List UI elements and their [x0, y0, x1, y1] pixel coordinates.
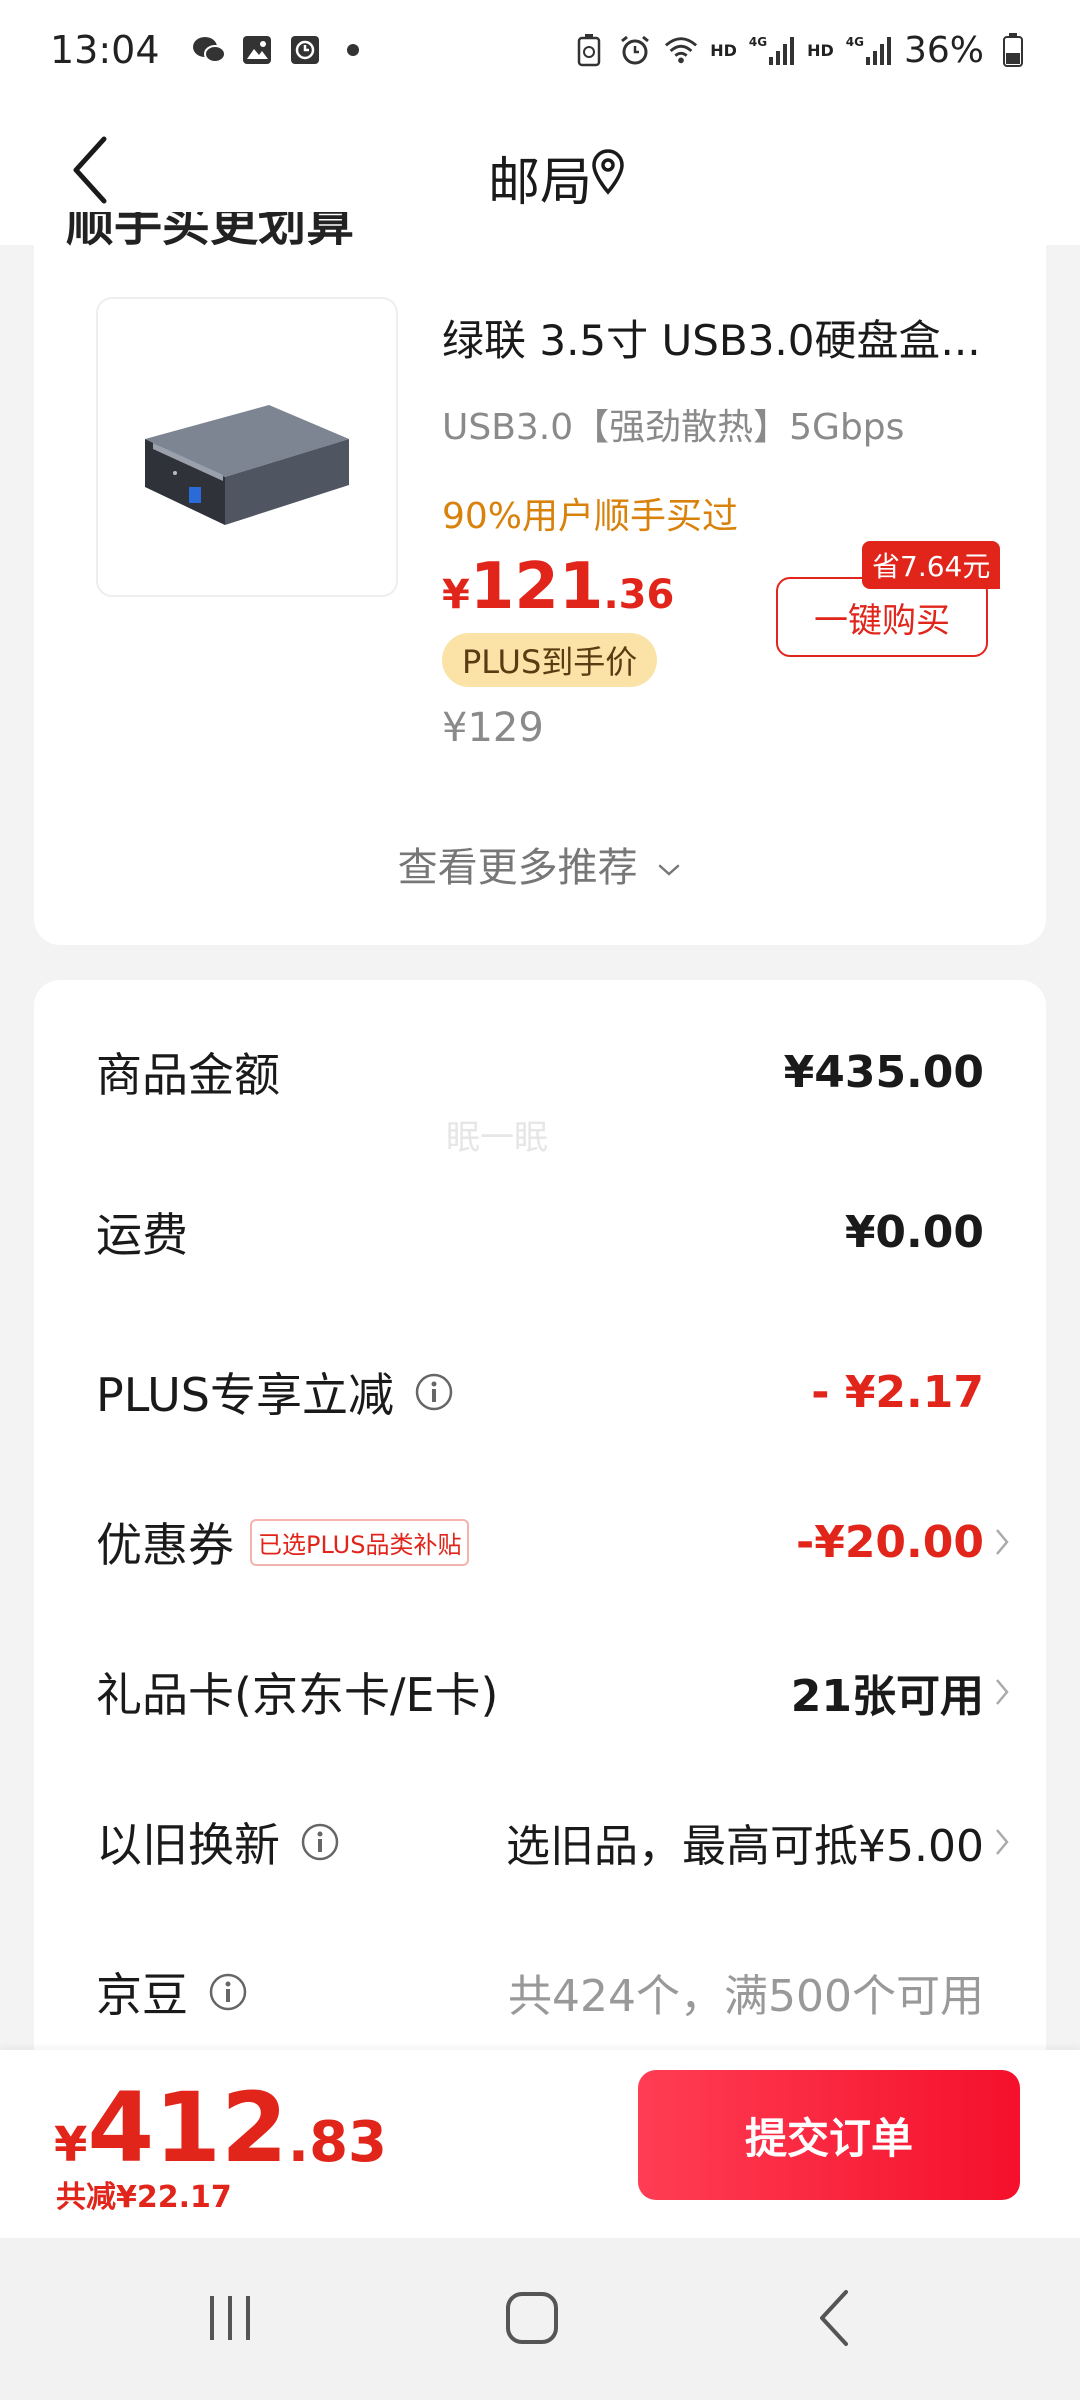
- recent-apps-button[interactable]: [170, 2278, 290, 2358]
- product-spec: USB3.0【强劲散热】5Gbps: [442, 407, 905, 448]
- hard-drive-enclosure-image: [145, 405, 349, 525]
- watermark-text: 眠一眠: [446, 1118, 548, 1158]
- see-more-label: 查看更多推荐: [397, 845, 638, 891]
- info-icon[interactable]: [414, 1372, 454, 1412]
- clock-app-icon: [288, 33, 322, 67]
- product-price: ¥ 121 .36: [442, 550, 674, 624]
- price-decimal: .36: [603, 572, 675, 618]
- location-pin-icon[interactable]: [588, 146, 628, 196]
- see-more-recommendations[interactable]: 查看更多推荐: [34, 835, 1046, 893]
- trade-in-value: 选旧品，最高可抵¥5.00: [506, 1821, 984, 1872]
- chevron-down-icon: [659, 864, 680, 876]
- system-back-button[interactable]: [776, 2278, 896, 2358]
- page-title: 邮局: [487, 153, 592, 213]
- coupon-value: -¥20.00: [795, 1516, 984, 1568]
- chevron-right-icon: [994, 1674, 1014, 1710]
- jd-beans-value: 共424个，满500个可用: [508, 1971, 984, 2022]
- hd-label-2: HD: [807, 40, 834, 60]
- price-integer: 121: [469, 550, 604, 624]
- goods-amount-value: ¥435.00: [783, 1046, 984, 1098]
- gallery-icon: [240, 33, 274, 67]
- product-buyers-note: 90%用户顺手买过: [442, 496, 739, 537]
- chevron-right-icon: [994, 1824, 1014, 1860]
- row-shipping: 运费 ¥0.00: [96, 1192, 984, 1272]
- notification-dot-icon: [336, 33, 370, 67]
- signal-icon-2: 4G: [846, 35, 892, 65]
- gift-card-value: 21张可用: [790, 1671, 984, 1722]
- goods-amount-label: 商品金额: [96, 1048, 280, 1102]
- shipping-label: 运费: [96, 1208, 188, 1262]
- hd-label-1: HD: [710, 40, 737, 60]
- total-saved[interactable]: 共减¥22.17: [56, 2172, 232, 2216]
- row-coupon[interactable]: 优惠券 已选PLUS品类补贴 -¥20.00: [96, 1502, 1009, 1582]
- product-image[interactable]: [96, 297, 398, 597]
- plus-discount-value: - ¥2.17: [811, 1366, 984, 1418]
- row-gift-card[interactable]: 礼品卡(京东卡/E卡) 21张可用: [96, 1652, 1009, 1732]
- savings-badge: 省7.64元: [862, 541, 1001, 589]
- order-total: ¥ 412 .83: [54, 2072, 387, 2184]
- shipping-value: ¥0.00: [844, 1206, 984, 1258]
- home-icon: [506, 2292, 558, 2344]
- order-summary-card: 眠一眠 商品金额 ¥435.00 运费 ¥0.00 PLUS专享立减 - ¥2.…: [34, 980, 1046, 2080]
- info-icon[interactable]: [208, 1972, 248, 2012]
- battery-percent: 36%: [903, 29, 984, 71]
- recommend-card: 绿联 3.5寸 USB3.0硬盘盒... USB3.0【强劲散热】5Gbps 9…: [34, 245, 1046, 945]
- total-integer: 412: [87, 2072, 288, 2184]
- title-bar: 邮局: [0, 100, 1080, 245]
- row-plus-discount: PLUS专享立减 - ¥2.17: [96, 1352, 984, 1432]
- total-decimal: .83: [287, 2110, 387, 2175]
- price-symbol: ¥: [442, 572, 470, 618]
- product-name[interactable]: 绿联 3.5寸 USB3.0硬盘盒...: [442, 307, 1002, 368]
- status-time: 13:04: [50, 28, 160, 72]
- jd-beans-label: 京豆: [96, 1959, 248, 2025]
- system-nav-bar: [0, 2238, 1080, 2400]
- wifi-icon: [664, 33, 698, 67]
- checkout-bar: ¥ 412 .83 共减¥22.17 提交订单: [0, 2050, 1080, 2238]
- trade-in-label: 以旧换新: [96, 1809, 340, 1875]
- chevron-right-icon: [994, 1524, 1014, 1560]
- home-button[interactable]: [472, 2278, 592, 2358]
- coupon-subsidy-tag: 已选PLUS品类补贴: [250, 1518, 470, 1566]
- submit-order-button[interactable]: 提交订单: [638, 2070, 1020, 2200]
- plus-price-badge: PLUS到手价: [442, 633, 658, 687]
- coupon-label: 优惠券 已选PLUS品类补贴: [96, 1509, 470, 1575]
- status-bar: 13:04 HD 4G HD 4G 36%: [0, 0, 1080, 100]
- recent-apps-icon: [210, 2296, 250, 2340]
- row-trade-in[interactable]: 以旧换新 选旧品，最高可抵¥5.00: [96, 1802, 1009, 1882]
- signal-icon-1: 4G: [749, 35, 795, 65]
- battery-saver-icon: [572, 33, 606, 67]
- battery-icon: [996, 33, 1030, 67]
- total-symbol: ¥: [54, 2117, 88, 2173]
- row-jd-beans: 京豆 共424个，满500个可用: [96, 1952, 984, 2032]
- original-price: ¥129: [442, 705, 544, 751]
- back-arrow-icon: [820, 2290, 848, 2346]
- alarm-icon: [618, 33, 652, 67]
- info-icon[interactable]: [300, 1822, 340, 1862]
- plus-discount-label: PLUS专享立减: [96, 1359, 454, 1425]
- wechat-icon: [192, 33, 226, 67]
- row-goods-amount: 商品金额 ¥435.00: [96, 1032, 984, 1112]
- gift-card-label: 礼品卡(京东卡/E卡): [96, 1668, 499, 1722]
- one-click-buy-button[interactable]: 一键购买: [776, 577, 988, 657]
